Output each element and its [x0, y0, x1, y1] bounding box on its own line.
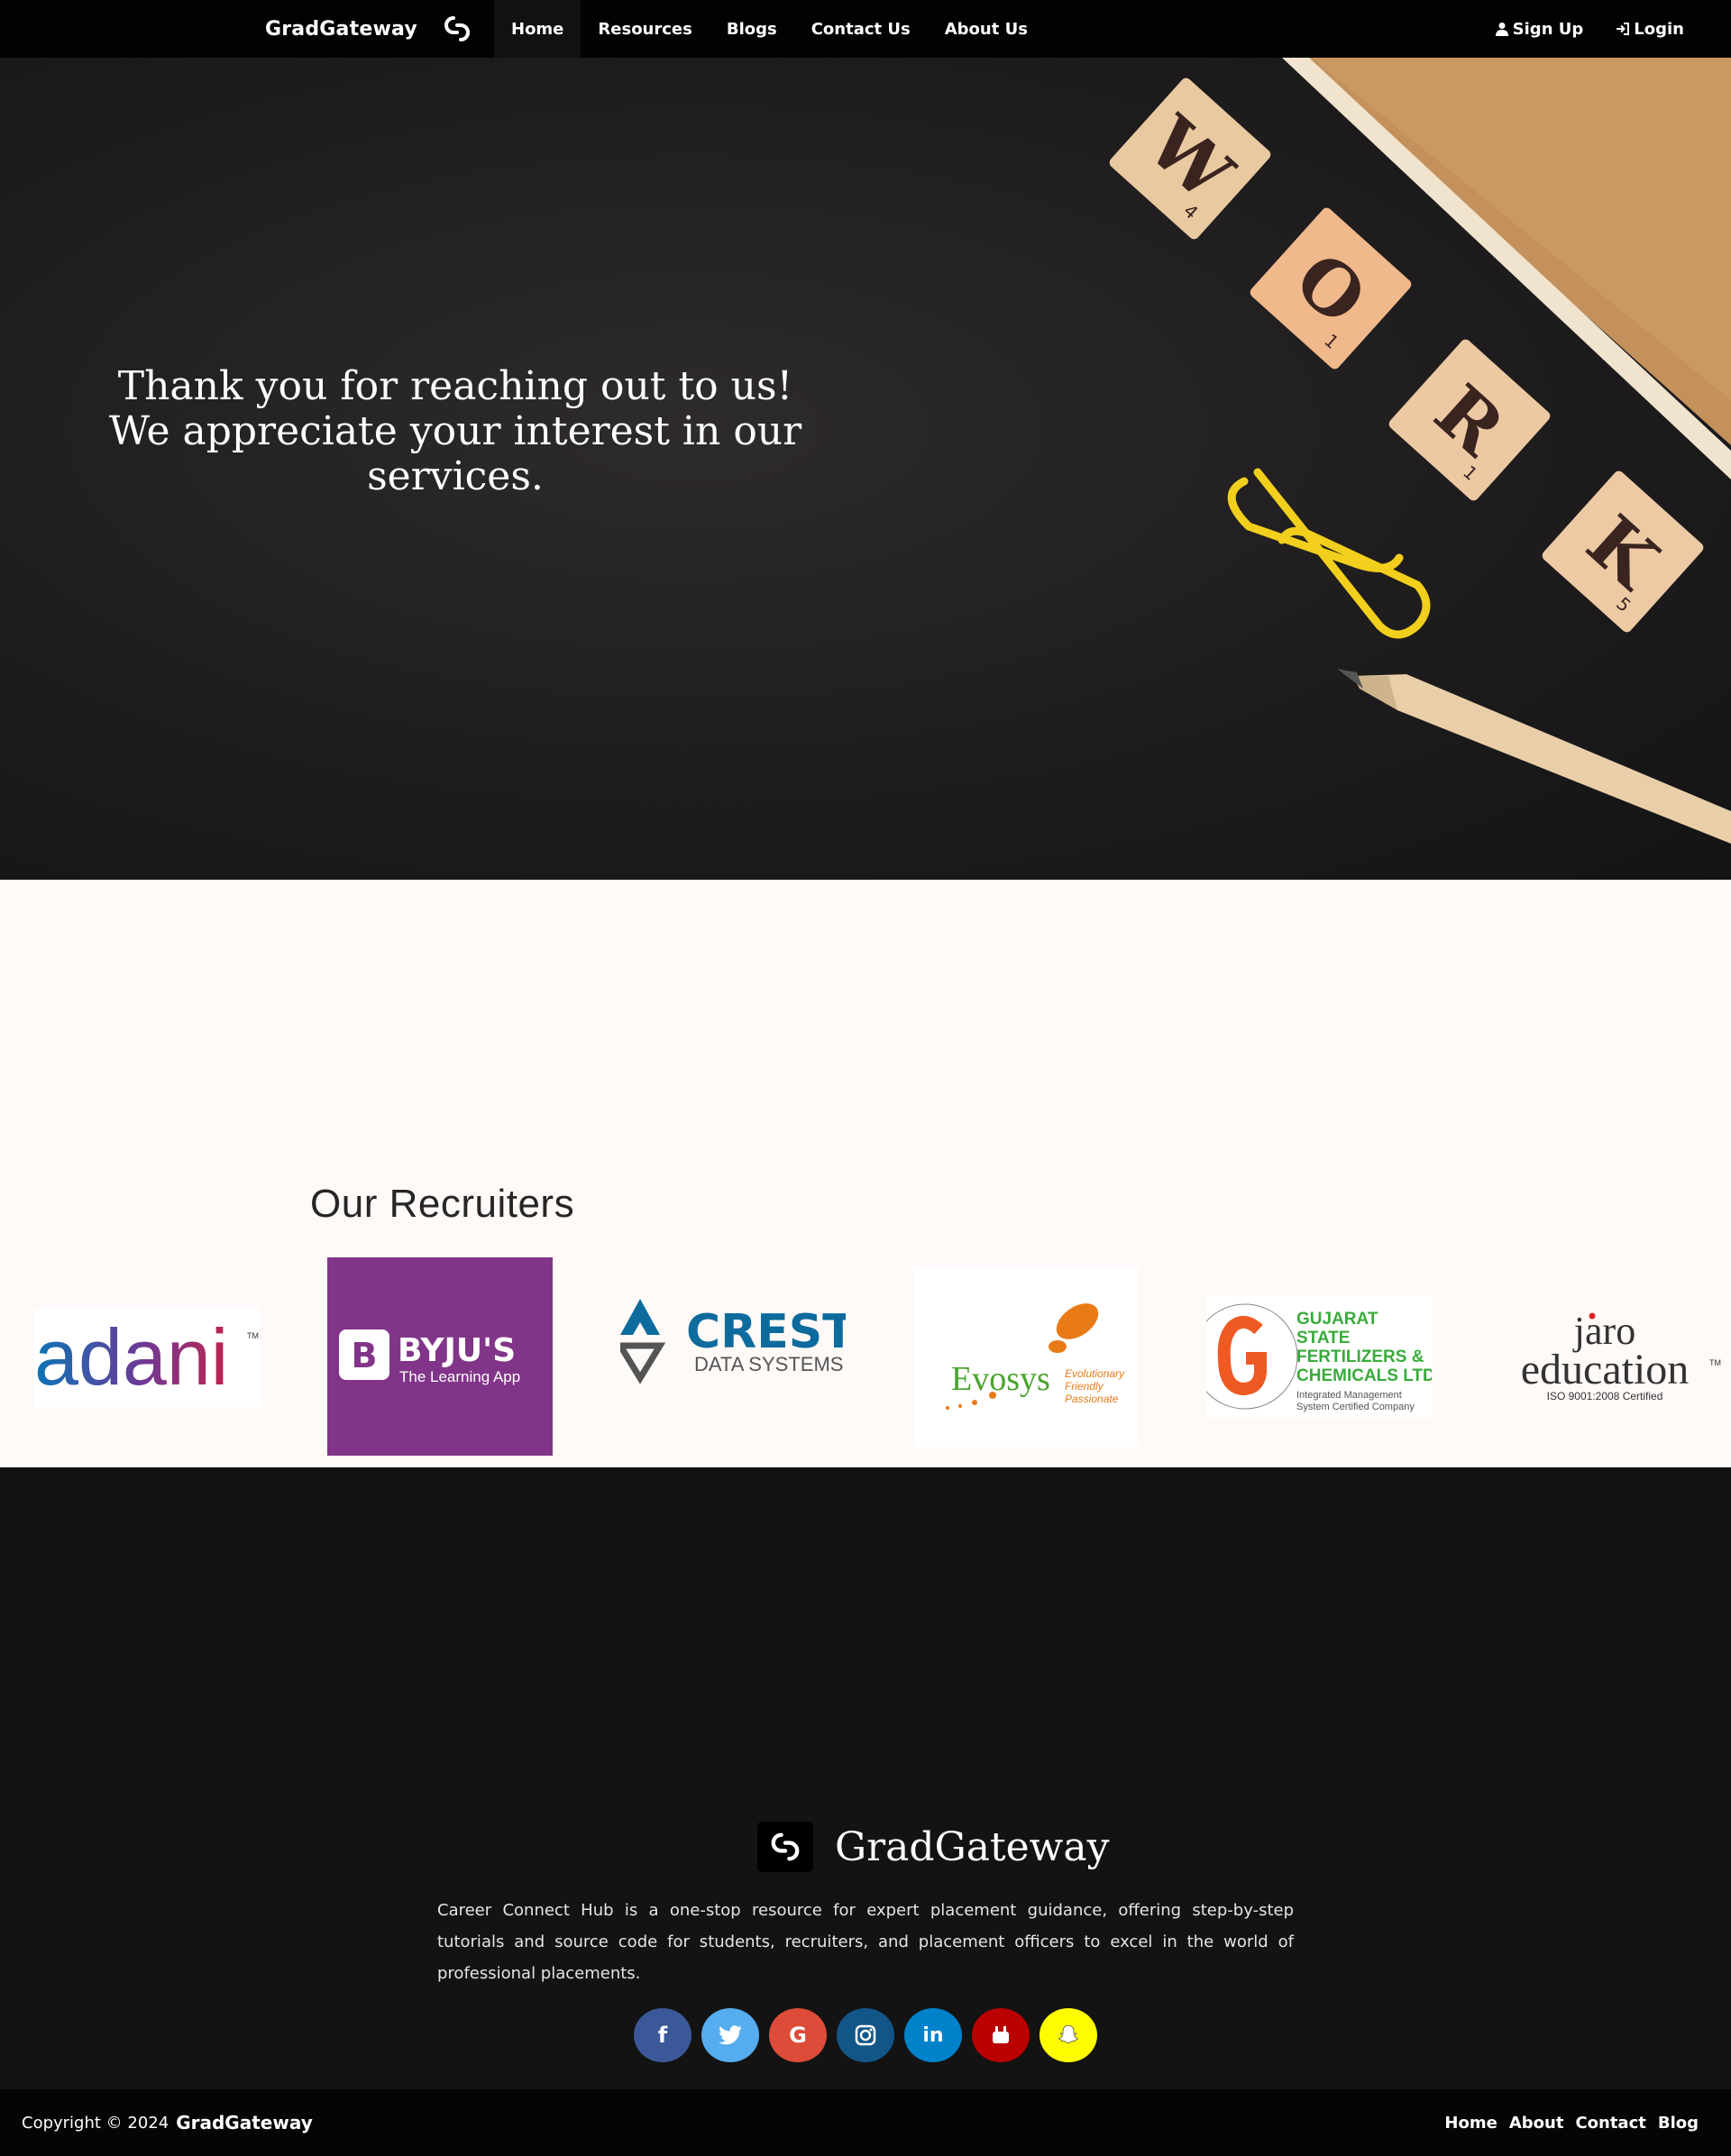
svg-text:Evolutionary: Evolutionary	[1065, 1367, 1125, 1380]
copyright-brand[interactable]: GradGateway	[176, 2112, 313, 2133]
login-link[interactable]: Login	[1616, 20, 1684, 39]
nav-about-us[interactable]: About Us	[928, 0, 1045, 58]
footer: GradGateway Career Connect Hub is a one-…	[0, 1467, 1731, 2089]
adani-logo: adani TM	[34, 1308, 260, 1407]
svg-text:ISO 9001:2008 Certified: ISO 9001:2008 Certified	[1547, 1390, 1663, 1402]
svg-text:Passionate: Passionate	[1065, 1393, 1119, 1405]
signup-label: Sign Up	[1512, 19, 1584, 39]
svg-text:BYJU'S: BYJU'S	[398, 1332, 516, 1369]
user-icon	[1495, 23, 1508, 36]
bottom-links: Home About Contact Blog	[1444, 2089, 1699, 2156]
brand-name: GradGateway	[265, 17, 417, 41]
footer-brand[interactable]: GradGateway	[757, 1822, 1109, 1872]
crest-logo: CREST DATA SYSTEMS	[620, 1299, 846, 1389]
evosys-logo: Evosys Evolutionary Friendly Passionate	[913, 1267, 1139, 1448]
svg-text:STATE: STATE	[1296, 1329, 1350, 1348]
copyright-text: Copyright © 2024	[22, 2113, 169, 2133]
nav-home[interactable]: Home	[494, 0, 582, 58]
bottom-link-blog[interactable]: Blog	[1658, 2114, 1699, 2133]
svg-text:System Certified Company: System Certified Company	[1296, 1402, 1415, 1412]
instagram-icon[interactable]	[837, 2008, 894, 2062]
svg-text:Evosys: Evosys	[951, 1360, 1050, 1398]
footer-logo-icon	[757, 1822, 813, 1872]
svg-text:FERTILIZERS &: FERTILIZERS &	[1296, 1348, 1424, 1366]
nav-contact-us[interactable]: Contact Us	[794, 0, 928, 58]
tile-o: O 1	[1250, 207, 1412, 370]
footer-description: Career Connect Hub is a one-stop resourc…	[437, 1901, 1294, 1983]
svg-text:B: B	[352, 1336, 378, 1375]
tile-k: K 5	[1542, 470, 1704, 633]
byjus-logo: B BYJU'S The Learning App	[327, 1257, 553, 1456]
hero-line-3: services.	[367, 453, 544, 499]
svg-text:education: education	[1521, 1346, 1690, 1393]
nav-blogs[interactable]: Blogs	[710, 0, 794, 58]
brand[interactable]: GradGateway	[265, 0, 475, 58]
auth-links: Sign Up Login	[1495, 0, 1684, 58]
nav-links: Home Resources Blogs Contact Us About Us	[494, 0, 1045, 58]
youtube-icon[interactable]	[972, 2008, 1030, 2062]
signup-link[interactable]: Sign Up	[1495, 19, 1584, 39]
bottom-link-about[interactable]: About	[1509, 2114, 1564, 2133]
social-links: f G in	[634, 2008, 1097, 2062]
svg-text:TM: TM	[1709, 1358, 1721, 1367]
bottom-link-home[interactable]: Home	[1444, 2114, 1497, 2133]
paperclip	[1227, 468, 1431, 639]
svg-text:adani: adani	[34, 1312, 228, 1402]
login-label: Login	[1634, 19, 1684, 39]
svg-text:The Learning App: The Learning App	[399, 1368, 520, 1385]
snapchat-icon[interactable]	[1040, 2008, 1097, 2062]
svg-text:DATA SYSTEMS: DATA SYSTEMS	[694, 1353, 843, 1375]
svg-text:TM: TM	[247, 1331, 259, 1340]
twitter-icon[interactable]	[701, 2008, 759, 2062]
footer-brand-name: GradGateway	[835, 1823, 1110, 1870]
copyright: Copyright © 2024 GradGateway	[22, 2089, 313, 2156]
svg-text:Friendly: Friendly	[1065, 1380, 1104, 1393]
navbar: GradGateway Home Resources Blogs Contact…	[0, 0, 1731, 58]
tile-w: W 4	[1109, 78, 1271, 240]
svg-text:Integrated Management: Integrated Management	[1296, 1390, 1402, 1401]
hero-illustration: W 4 O 1 R 1 K 5	[1109, 58, 1731, 844]
bottom-link-contact[interactable]: Contact	[1575, 2114, 1645, 2133]
recruiters-heading: Our Recruiters	[310, 1182, 575, 1226]
jaro-logo: jaro education TM ISO 9001:2008 Certifie…	[1499, 1308, 1725, 1407]
nav-resources[interactable]: Resources	[581, 0, 709, 58]
gsfc-logo: GUJARAT STATE FERTILIZERS & CHEMICALS LT…	[1206, 1295, 1432, 1418]
facebook-icon[interactable]: f	[634, 2008, 691, 2062]
linkedin-icon[interactable]: in	[904, 2008, 962, 2062]
svg-text:GUJARAT: GUJARAT	[1296, 1310, 1378, 1329]
recruiters-section: Our Recruiters adani TM B BYJU'S The Lea…	[0, 880, 1731, 1467]
google-icon[interactable]: G	[769, 2008, 827, 2062]
hero-banner: W 4 O 1 R 1 K 5 Thank you for reaching o…	[0, 58, 1731, 880]
bottom-bar: Copyright © 2024 GradGateway Home About …	[0, 2089, 1731, 2156]
pencil	[1337, 669, 1731, 844]
login-icon	[1617, 23, 1630, 35]
svg-text:CHEMICALS LTD.: CHEMICALS LTD.	[1296, 1366, 1432, 1385]
hero-message: Thank you for reaching out to us! We app…	[99, 364, 811, 499]
tile-r: R 1	[1388, 339, 1551, 501]
link-logo-icon	[444, 16, 470, 41]
hero-line-2: We appreciate your interest in our	[108, 408, 802, 454]
svg-text:CREST: CREST	[686, 1305, 846, 1359]
hero-line-1: Thank you for reaching out to us!	[117, 363, 793, 409]
